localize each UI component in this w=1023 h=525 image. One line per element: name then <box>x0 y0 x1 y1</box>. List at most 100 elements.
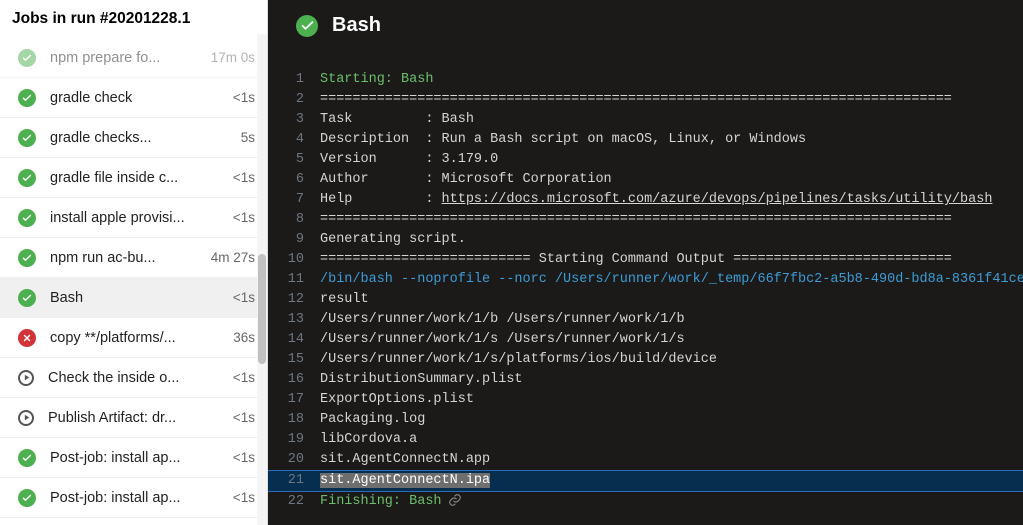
log-panel: Bash 1Starting: Bash2===================… <box>268 0 1023 525</box>
log-line: 8=======================================… <box>268 210 1023 230</box>
line-number: 20 <box>268 450 320 470</box>
log-line: 6Author : Microsoft Corporation <box>268 170 1023 190</box>
line-number: 5 <box>268 150 320 170</box>
job-row[interactable]: gradle checks... 5s <box>0 118 267 158</box>
line-number: 18 <box>268 410 320 430</box>
job-row[interactable]: Publish Artifact: dr... <1s <box>0 398 267 438</box>
log-header: Bash <box>268 0 1023 47</box>
line-content: Version : 3.179.0 <box>320 150 1023 170</box>
line-number: 13 <box>268 310 320 330</box>
line-content: /Users/runner/work/1/s /Users/runner/wor… <box>320 330 1023 350</box>
job-duration: <1s <box>233 370 255 385</box>
help-link[interactable]: https://docs.microsoft.com/azure/devops/… <box>442 192 993 207</box>
log-line: 18Packaging.log <box>268 410 1023 430</box>
log-line: 17ExportOptions.plist <box>268 390 1023 410</box>
log-line: 14/Users/runner/work/1/s /Users/runner/w… <box>268 330 1023 350</box>
job-sidebar: Jobs in run #20201228.1 npm prepare fo..… <box>0 0 268 525</box>
job-duration: <1s <box>233 410 255 425</box>
job-row[interactable]: install apple provisi...<1s <box>0 198 267 238</box>
log-line: 7Help : https://docs.microsoft.com/azure… <box>268 190 1023 210</box>
sidebar-title: Jobs in run #20201228.1 <box>0 0 267 38</box>
log-body[interactable]: 1Starting: Bash2========================… <box>268 47 1023 525</box>
log-line: 11/bin/bash --noprofile --norc /Users/ru… <box>268 270 1023 290</box>
line-number: 9 <box>268 230 320 250</box>
check-circle-icon <box>18 209 36 227</box>
log-line: 15/Users/runner/work/1/s/platforms/ios/b… <box>268 350 1023 370</box>
line-content: ========================================… <box>320 90 1023 110</box>
line-content: Generating script. <box>320 230 1023 250</box>
line-content: Starting: Bash <box>320 70 1023 90</box>
line-number: 19 <box>268 430 320 450</box>
job-label: Bash <box>50 290 225 306</box>
line-number: 10 <box>268 250 320 270</box>
job-duration: <1s <box>233 210 255 225</box>
line-content: Finishing: Bash <box>320 492 1023 512</box>
log-line: 20sit.AgentConnectN.app <box>268 450 1023 470</box>
link-icon[interactable] <box>448 493 462 507</box>
job-label: Publish Artifact: dr... <box>48 410 225 426</box>
log-line: 1Starting: Bash <box>268 70 1023 90</box>
job-duration: 36s <box>233 330 255 345</box>
line-content: Author : Microsoft Corporation <box>320 170 1023 190</box>
line-content: /bin/bash --noprofile --norc /Users/runn… <box>320 270 1023 290</box>
line-number: 16 <box>268 370 320 390</box>
line-number: 3 <box>268 110 320 130</box>
line-number: 17 <box>268 390 320 410</box>
pending-circle-icon <box>18 410 34 426</box>
line-number: 6 <box>268 170 320 190</box>
job-duration: 17m 0s <box>211 50 255 65</box>
job-duration: 5s <box>241 130 255 145</box>
line-content: DistributionSummary.plist <box>320 370 1023 390</box>
scrollbar-thumb[interactable] <box>258 254 266 364</box>
log-line: 10========================== Starting Co… <box>268 250 1023 270</box>
line-content: Packaging.log <box>320 410 1023 430</box>
job-row[interactable]: Check the inside o...<1s <box>0 358 267 398</box>
line-number: 2 <box>268 90 320 110</box>
check-circle-icon <box>18 489 36 507</box>
log-line: 13/Users/runner/work/1/b /Users/runner/w… <box>268 310 1023 330</box>
job-label: Post-job: install ap... <box>50 490 225 506</box>
log-line: 5Version : 3.179.0 <box>268 150 1023 170</box>
job-row[interactable]: copy **/platforms/...36s <box>0 318 267 358</box>
job-duration: <1s <box>233 490 255 505</box>
log-line: 21sit.AgentConnectN.ipa <box>268 470 1023 492</box>
check-circle-icon <box>18 89 36 107</box>
check-circle-icon <box>18 449 36 467</box>
line-number: 4 <box>268 130 320 150</box>
log-line: 19libCordova.a <box>268 430 1023 450</box>
job-row[interactable]: Post-job: install ap...<1s <box>0 438 267 478</box>
check-circle-icon <box>18 289 36 307</box>
job-duration: <1s <box>233 450 255 465</box>
line-number: 14 <box>268 330 320 350</box>
line-number: 12 <box>268 290 320 310</box>
line-number: 22 <box>268 492 320 512</box>
log-line: 3Task : Bash <box>268 110 1023 130</box>
job-row[interactable]: Post-job: Checkout ...<1s <box>0 518 267 525</box>
log-line: 22Finishing: Bash <box>268 492 1023 512</box>
job-row[interactable]: gradle file inside c...<1s <box>0 158 267 198</box>
line-number: 15 <box>268 350 320 370</box>
check-circle-icon <box>296 15 318 37</box>
line-content: /Users/runner/work/1/b /Users/runner/wor… <box>320 310 1023 330</box>
check-circle-icon <box>18 129 36 147</box>
job-label: gradle check <box>50 90 225 106</box>
line-content: Task : Bash <box>320 110 1023 130</box>
job-label: npm prepare fo... <box>50 50 203 66</box>
line-number: 1 <box>268 70 320 90</box>
job-row[interactable]: npm run ac-bu...4m 27s <box>0 238 267 278</box>
job-row[interactable]: npm prepare fo... 17m 0s <box>0 38 267 78</box>
scrollbar[interactable] <box>257 34 267 525</box>
job-row[interactable]: Bash<1s <box>0 278 267 318</box>
job-row[interactable]: Post-job: install ap... <1s <box>0 478 267 518</box>
job-row[interactable]: gradle check<1s <box>0 78 267 118</box>
line-content: ========================== Starting Comm… <box>320 250 1023 270</box>
log-line: 4Description : Run a Bash script on macO… <box>268 130 1023 150</box>
line-content: libCordova.a <box>320 430 1023 450</box>
line-number: 21 <box>268 471 320 491</box>
pending-circle-icon <box>18 370 34 386</box>
job-duration: <1s <box>233 170 255 185</box>
line-content: Help : https://docs.microsoft.com/azure/… <box>320 190 1023 210</box>
log-line: 2=======================================… <box>268 90 1023 110</box>
job-label: gradle checks... <box>50 130 233 146</box>
error-circle-icon <box>18 329 36 347</box>
